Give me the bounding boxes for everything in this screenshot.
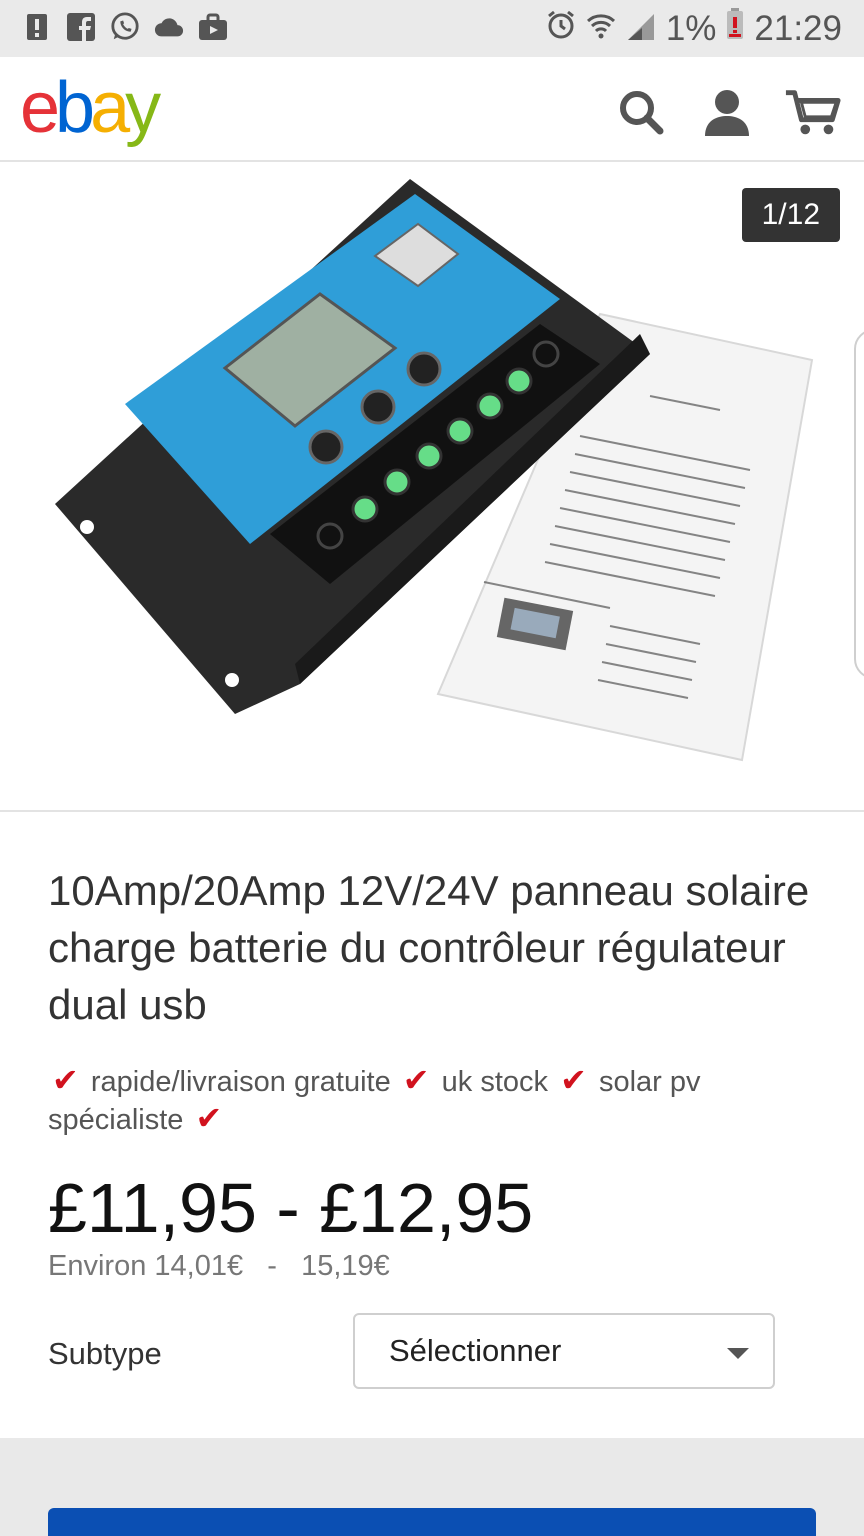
converted-price: Environ 14,01€ - 15,19€ xyxy=(48,1250,390,1282)
feature-stock: uk stock xyxy=(441,1066,549,1098)
ebay-logo[interactable]: ebay xyxy=(20,65,161,151)
check-icon: ✔ xyxy=(402,1062,430,1098)
status-bar: 1% 21:29 xyxy=(0,0,864,57)
briefcase-icon xyxy=(198,12,228,42)
listing-title: 10Amp/20Amp 12V/24V panneau solaire char… xyxy=(48,867,810,1028)
feature-delivery: rapide/livraison gratuite xyxy=(90,1066,391,1098)
subtype-select-value: Sélectionner xyxy=(389,1333,562,1368)
battery-icon xyxy=(726,8,744,49)
logo-letter-b: b xyxy=(55,68,95,148)
product-image xyxy=(55,179,814,762)
logo-letter-e: e xyxy=(20,68,60,148)
image-counter: 1/12 xyxy=(741,188,840,242)
whatsapp-icon xyxy=(110,12,140,42)
alarm-icon xyxy=(546,9,576,49)
cart-icon[interactable] xyxy=(784,83,842,141)
feature-specialist: spécialiste xyxy=(48,1104,184,1136)
signal-icon xyxy=(626,9,656,49)
check-icon: ✔ xyxy=(52,1062,79,1098)
logo-letter-y: y xyxy=(125,68,161,148)
battery-percent: 1% xyxy=(665,8,717,48)
notification-icons xyxy=(22,12,228,42)
wifi-icon xyxy=(586,9,616,49)
check-icon: ✔ xyxy=(195,1100,223,1136)
header-actions xyxy=(612,83,842,141)
price-range: £11,95 - £12,95 xyxy=(48,1169,534,1247)
alert-icon xyxy=(22,12,52,42)
cloud-icon xyxy=(154,12,184,42)
facebook-icon xyxy=(66,12,96,42)
next-image-peek[interactable] xyxy=(854,329,864,679)
check-icon: ✔ xyxy=(560,1062,587,1098)
feature-solar: solar pv xyxy=(598,1066,701,1098)
logo-letter-a: a xyxy=(90,68,130,148)
system-status: 1% 21:29 xyxy=(546,8,842,49)
subtype-label: Subtype xyxy=(48,1336,162,1371)
app-header: ebay xyxy=(0,57,864,162)
chevron-down-icon xyxy=(727,1348,749,1359)
listing-subtitle: ✔ rapide/livraison gratuite ✔ uk stock ✔… xyxy=(48,1062,828,1138)
search-icon[interactable] xyxy=(612,83,670,141)
subtype-select[interactable]: Sélectionner xyxy=(353,1313,775,1389)
user-icon[interactable] xyxy=(698,83,756,141)
buy-now-button[interactable] xyxy=(48,1508,816,1536)
product-image-gallery[interactable]: 1/12 xyxy=(0,164,864,812)
clock: 21:29 xyxy=(754,8,842,48)
